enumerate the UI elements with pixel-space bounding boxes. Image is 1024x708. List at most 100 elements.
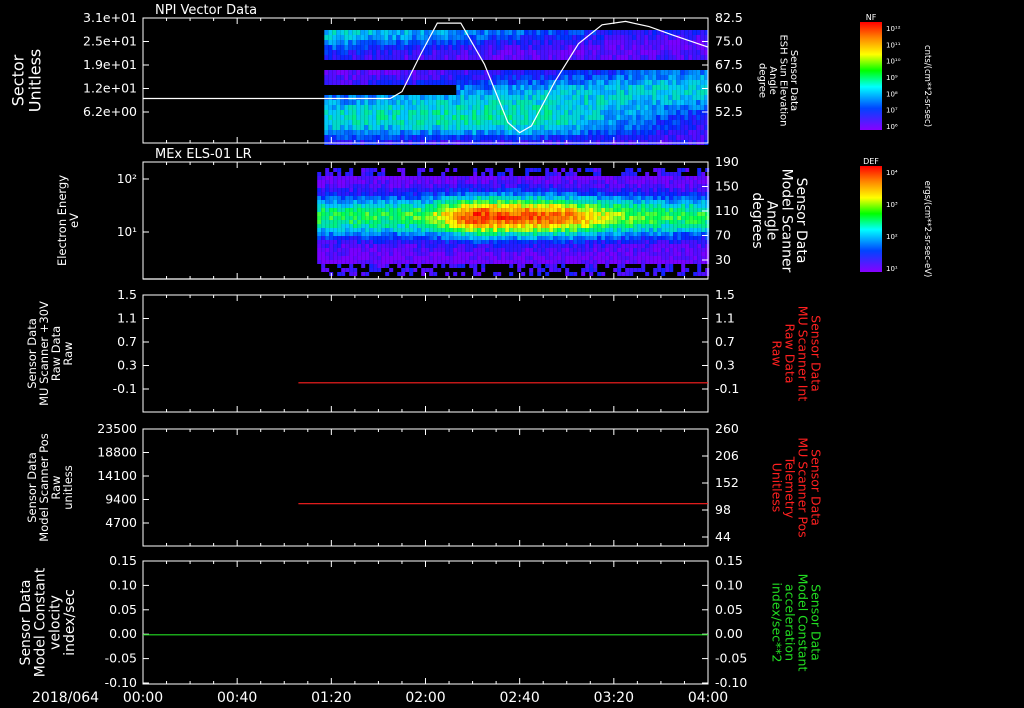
heatmap-cell — [521, 220, 526, 224]
heatmap-cell — [581, 244, 586, 248]
heatmap-cell — [644, 70, 649, 75]
heatmap-cell — [572, 100, 577, 105]
heatmap-cell — [397, 256, 402, 260]
heatmap-cell — [620, 75, 625, 80]
heatmap-cell — [621, 208, 626, 212]
heatmap-cell — [321, 208, 326, 212]
heatmap-cell — [604, 30, 609, 35]
heatmap-cell — [449, 244, 454, 248]
heatmap-cell — [524, 30, 529, 35]
heatmap-cell — [428, 80, 433, 85]
heatmap-cell — [357, 252, 362, 256]
heatmap-cell — [689, 248, 694, 252]
heatmap-cell — [405, 212, 410, 216]
heatmap-cell — [584, 95, 589, 100]
heatmap-cell — [632, 95, 637, 100]
heatmap-cell — [589, 232, 594, 236]
heatmap-cell — [385, 240, 390, 244]
heatmap-cell — [445, 224, 450, 228]
heatmap-cell — [425, 196, 430, 200]
heatmap-cell — [677, 228, 682, 232]
heatmap-cell — [405, 204, 410, 208]
heatmap-cell — [597, 188, 602, 192]
heatmap-cell — [593, 172, 598, 176]
heatmap-cell — [420, 115, 425, 120]
heatmap-cell — [640, 40, 645, 45]
heatmap-cell — [580, 130, 585, 135]
heatmap-cell — [497, 220, 502, 224]
heatmap-cell — [696, 50, 701, 55]
heatmap-cell — [341, 252, 346, 256]
heatmap-cell — [660, 100, 665, 105]
heatmap-cell — [548, 120, 553, 125]
heatmap-cell — [649, 188, 654, 192]
heatmap-cell — [428, 50, 433, 55]
heatmap-cell — [641, 240, 646, 244]
heatmap-cell — [661, 212, 666, 216]
heatmap-cell — [396, 45, 401, 50]
heatmap-cell — [580, 70, 585, 75]
heatmap-cell — [553, 252, 558, 256]
heatmap-cell — [685, 244, 690, 248]
heatmap-cell — [428, 115, 433, 120]
heatmap-cell — [317, 260, 322, 264]
heatmap-cell — [537, 220, 542, 224]
heatmap-cell — [524, 110, 529, 115]
heatmap-cell — [572, 120, 577, 125]
heatmap-cell — [381, 228, 386, 232]
heatmap-cell — [341, 196, 346, 200]
heatmap-cell — [592, 130, 597, 135]
heatmap-cell — [504, 45, 509, 50]
heatmap-cell — [500, 35, 505, 40]
heatmap-cell — [516, 105, 521, 110]
heatmap-cell — [601, 220, 606, 224]
heatmap-cell — [377, 172, 382, 176]
heatmap-cell — [476, 115, 481, 120]
colorbar-tick-label: 10¹ — [886, 265, 898, 273]
heatmap-cell — [337, 216, 342, 220]
heatmap-cell — [381, 260, 386, 264]
heatmap-cell — [413, 192, 418, 196]
heatmap-cell — [556, 135, 561, 140]
heatmap-cell — [689, 244, 694, 248]
heatmap-cell — [648, 75, 653, 80]
heatmap-cell — [697, 196, 702, 200]
heatmap-cell — [577, 260, 582, 264]
heatmap-cell — [484, 90, 489, 95]
heatmap-cell — [489, 236, 494, 240]
heatmap-cell — [649, 176, 654, 180]
heatmap-cell — [657, 168, 662, 172]
heatmap-cell — [452, 120, 457, 125]
heatmap-cell — [561, 240, 566, 244]
heatmap-cell — [692, 30, 697, 35]
heatmap-cell — [324, 115, 329, 120]
heatmap-cell — [501, 256, 506, 260]
heatmap-cell — [396, 75, 401, 80]
heatmap-cell — [469, 228, 474, 232]
heatmap-cell — [549, 252, 554, 256]
heatmap-cell — [369, 248, 374, 252]
heatmap-cell — [357, 204, 362, 208]
heatmap-cell — [377, 268, 382, 272]
heatmap-cell — [649, 184, 654, 188]
heatmap-cell — [633, 260, 638, 264]
heatmap-cell — [673, 196, 678, 200]
heatmap-cell — [649, 212, 654, 216]
heatmap-cell — [529, 212, 534, 216]
heatmap-cell — [536, 40, 541, 45]
heatmap-cell — [424, 35, 429, 40]
heatmap-cell — [641, 184, 646, 188]
heatmap-cell — [469, 224, 474, 228]
heatmap-cell — [464, 105, 469, 110]
heatmap-cell — [336, 55, 341, 60]
heatmap-cell — [345, 204, 350, 208]
heatmap-cell — [665, 240, 670, 244]
heatmap-cell — [625, 240, 630, 244]
heatmap-cell — [585, 268, 590, 272]
heatmap-cell — [705, 188, 710, 192]
right-y-tick-label: 67.5 — [715, 57, 743, 72]
heatmap-cell — [508, 130, 513, 135]
heatmap-cell — [340, 120, 345, 125]
heatmap-cell — [449, 196, 454, 200]
heatmap-cell — [580, 105, 585, 110]
